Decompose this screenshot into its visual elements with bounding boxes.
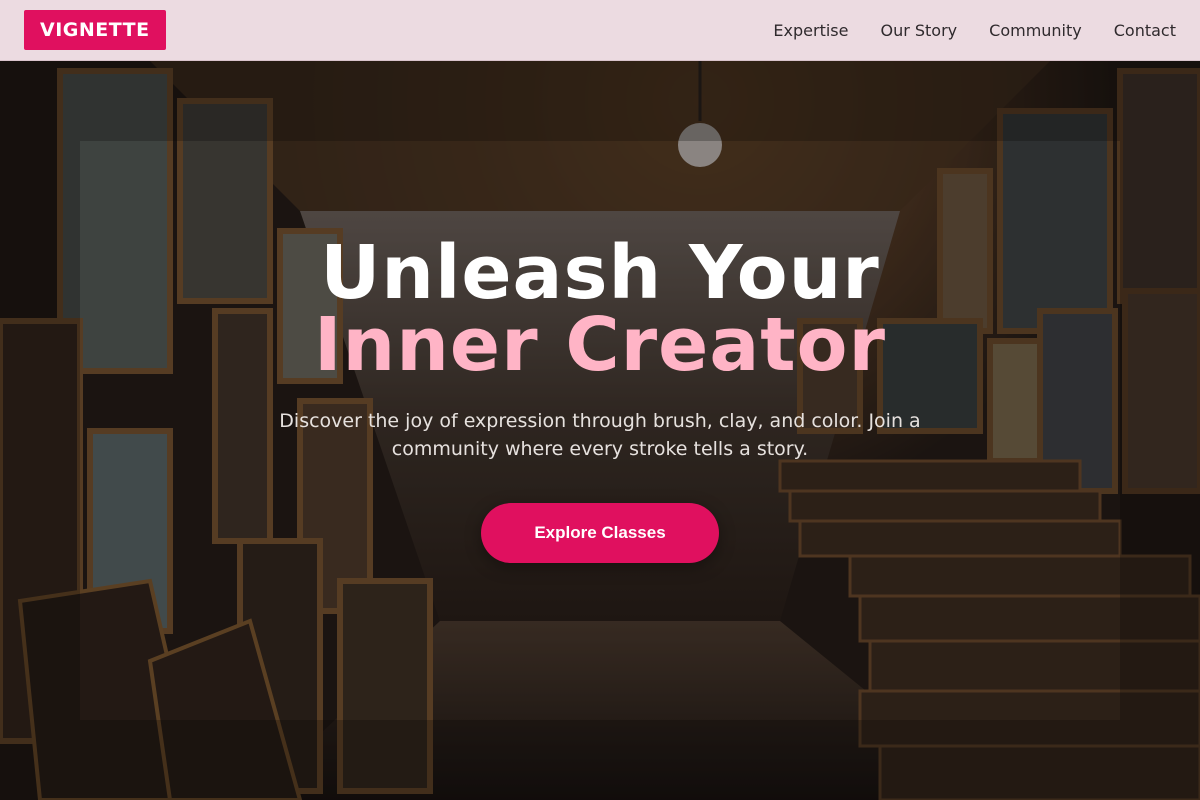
hero-section: Unleash Your Inner Creator Discover the … [0, 61, 1200, 800]
brand-logo[interactable]: VIGNETTE [24, 10, 166, 50]
top-navigation: VIGNETTE Expertise Our Story Community C… [0, 0, 1200, 61]
hero-headline-line-1: Unleash Your [320, 230, 880, 316]
nav-link-community[interactable]: Community [989, 21, 1082, 40]
nav-link-contact[interactable]: Contact [1114, 21, 1176, 40]
nav-link-expertise[interactable]: Expertise [773, 21, 848, 40]
hero-headline-line-2: Inner Creator [314, 302, 886, 388]
hero-subtitle: Discover the joy of expression through b… [279, 410, 921, 460]
explore-classes-button[interactable]: Explore Classes [481, 503, 719, 563]
nav-links: Expertise Our Story Community Contact [773, 21, 1176, 40]
hero-content: Unleash Your Inner Creator Discover the … [0, 61, 1200, 800]
nav-link-our-story[interactable]: Our Story [880, 21, 957, 40]
